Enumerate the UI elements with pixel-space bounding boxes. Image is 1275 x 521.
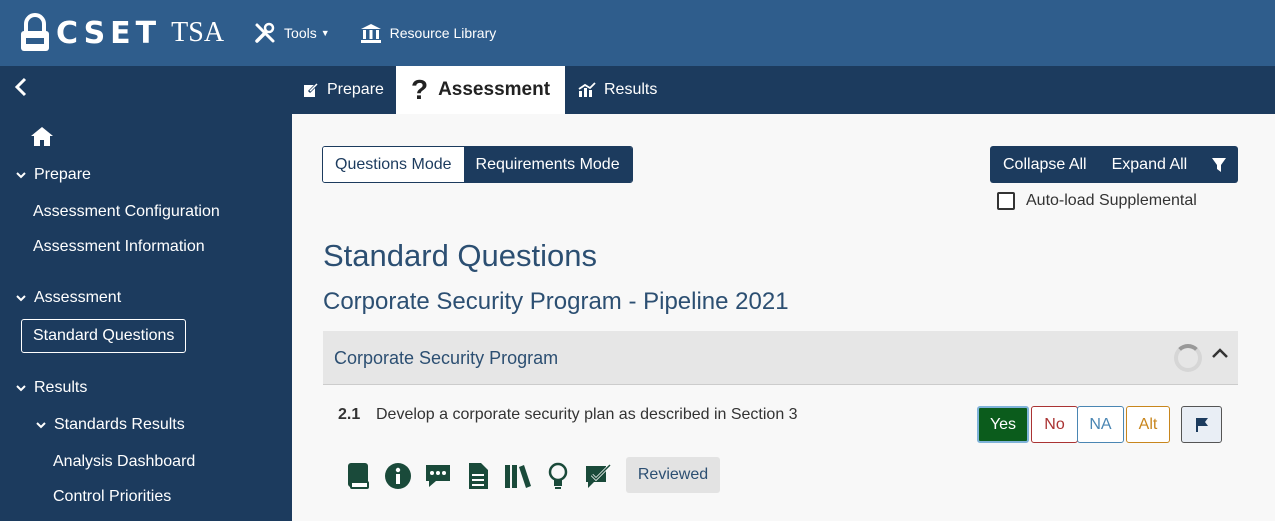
tab-assessment[interactable]: ? Assessment [396,66,565,114]
info-icon[interactable] [384,461,412,491]
lightbulb-icon[interactable] [544,461,572,491]
book-icon[interactable] [344,461,372,491]
tab-results-label: Results [604,81,658,98]
sidebar-item-label: Standard Questions [33,327,175,344]
sidebar-item-assessment-configuration[interactable]: Assessment Configuration [33,203,220,221]
sidebar-item-label: Analysis Dashboard [53,453,196,470]
filter-icon[interactable] [1211,157,1227,173]
answer-no-button[interactable]: No [1031,406,1078,443]
chevron-left-icon[interactable] [14,76,28,104]
review-note-icon[interactable] [584,461,612,491]
document-icon[interactable] [464,461,492,491]
lock-icon [20,13,50,53]
caret-down-icon: ▼ [320,28,330,38]
sidebar-item-results[interactable]: Results [16,379,87,397]
wrench-icon [255,22,275,43]
cset-logo[interactable]: CSET TSA [20,13,224,53]
sidebar-item-label: Assessment Information [33,238,205,255]
question-mark-icon: ? [410,74,429,105]
chevron-up-icon[interactable] [1211,347,1229,359]
chevron-down-icon [36,422,46,429]
sidebar-item-prepare[interactable]: Prepare [16,166,91,184]
sidebar-item-label: Control Priorities [53,488,172,505]
reviewed-button[interactable]: Reviewed [626,457,720,493]
question-text: Develop a corporate security plan as des… [376,406,798,423]
tab-prepare-label: Prepare [327,81,384,98]
expand-all-button[interactable]: Expand All [1112,156,1188,174]
comment-icon[interactable] [424,461,452,491]
chevron-down-icon [16,385,26,392]
tools-menu[interactable]: Tools ▼ [254,22,330,44]
progress-spinner [1174,344,1202,372]
answer-alt-button[interactable]: Alt [1126,406,1170,443]
sidebar-item-label: Standards Results [54,416,185,433]
chevron-down-icon [16,172,26,179]
sidebar-item-label: Prepare [34,166,91,183]
edit-icon [304,82,319,97]
resource-library-link[interactable]: Resource Library [360,23,497,43]
answer-na-button[interactable]: NA [1077,406,1124,443]
flag-button[interactable] [1181,406,1222,443]
group-title: Corporate Security Program [334,348,559,368]
sidebar-item-standard-questions[interactable]: Standard Questions [21,319,187,353]
collapse-all-button[interactable]: Collapse All [1003,156,1087,174]
sidebar-item-assessment[interactable]: Assessment [16,289,121,307]
section-title: Corporate Security Program - Pipeline 20… [323,288,789,315]
question-group-header[interactable]: Corporate Security Program [323,331,1238,385]
question-number: 2.1 [338,406,361,423]
library-icon [360,24,381,43]
top-navbar: CSET TSA Tools ▼ Resource Library [0,0,1275,66]
tab-assessment-label: Assessment [438,79,551,100]
answer-yes-button[interactable]: Yes [977,406,1029,443]
flag-icon [1195,417,1208,432]
requirements-mode-button[interactable]: Requirements Mode [463,147,632,182]
auto-load-label: Auto-load Supplemental [1026,192,1197,209]
library-books-icon[interactable] [504,461,532,491]
sidebar-item-control-priorities[interactable]: Control Priorities [53,488,171,506]
tools-label: Tools [284,25,317,41]
questions-mode-button[interactable]: Questions Mode [323,147,464,182]
sidebar-item-label: Assessment Configuration [33,203,220,220]
sidebar-item-label: Assessment [34,289,122,306]
brand-sub: TSA [171,17,225,48]
chart-icon [578,82,596,97]
expand-collapse-toolbar: Collapse All Expand All [990,146,1238,183]
sidebar-item-assessment-information[interactable]: Assessment Information [33,238,205,256]
sidebar-item-label: Results [34,379,88,396]
question-toolbar [344,458,624,494]
tab-prepare[interactable]: Prepare [303,66,384,114]
brand-word: CSET [56,15,162,51]
resource-library-label: Resource Library [389,25,497,41]
chevron-down-icon [16,295,26,302]
sidebar: Prepare Assessment Configuration Assessm… [0,114,292,521]
secondary-navbar: Prepare ? Assessment Results [0,66,1275,114]
mode-toggle: Questions Mode Requirements Mode [322,146,633,183]
page-title: Standard Questions [323,238,598,273]
home-icon[interactable] [30,125,54,147]
tab-results[interactable]: Results [578,66,657,114]
auto-load-supplemental[interactable]: Auto-load Supplemental [997,192,1197,210]
sidebar-item-analysis-dashboard[interactable]: Analysis Dashboard [53,453,195,471]
sidebar-item-standards-results[interactable]: Standards Results [36,416,185,434]
auto-load-checkbox[interactable] [997,192,1015,210]
